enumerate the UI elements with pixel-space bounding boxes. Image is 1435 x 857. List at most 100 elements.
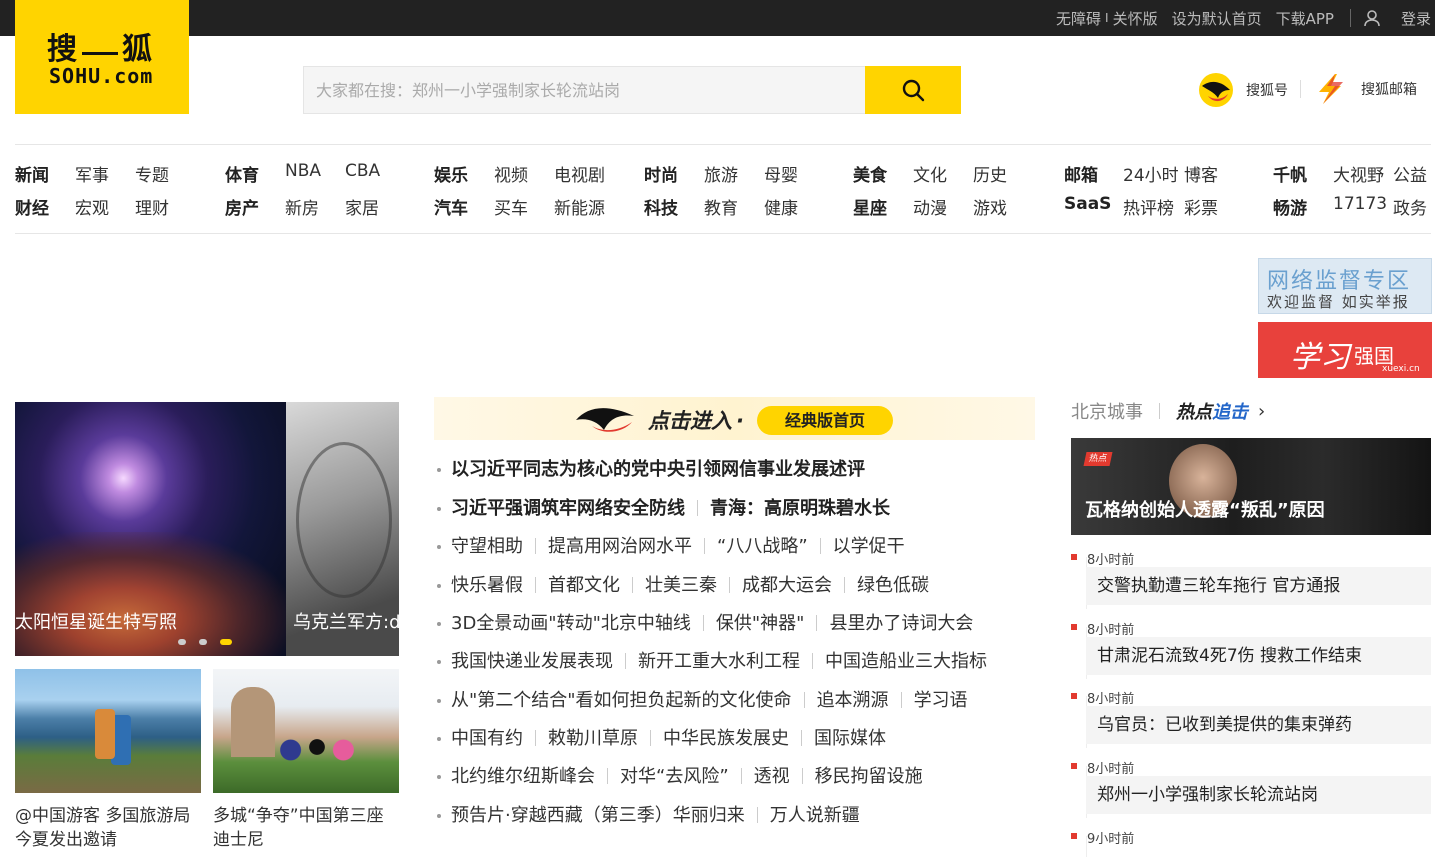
nav-item[interactable]: 宏观 — [75, 194, 109, 219]
news-link[interactable]: 从"第二个结合"看如何担负起新的文化使命 — [451, 690, 792, 711]
set-home-link[interactable]: 设为默认首页 — [1172, 8, 1262, 29]
nav-item[interactable]: 母婴 — [764, 161, 798, 186]
search-button[interactable] — [865, 66, 961, 114]
news-link[interactable]: 3D全景动画"转动"北京中轴线 — [451, 613, 691, 634]
nav-item[interactable]: 历史 — [973, 161, 1007, 186]
news-link[interactable]: 我国快递业发展表现 — [451, 651, 613, 672]
mail-link[interactable]: 搜狐邮箱 — [1313, 72, 1417, 106]
news-link[interactable]: 以学促干 — [833, 536, 905, 557]
nav-item[interactable]: 美食 — [853, 161, 887, 186]
news-link[interactable]: 学习语 — [914, 690, 968, 711]
nav-item[interactable]: 军事 — [75, 161, 109, 186]
xuexi-ad[interactable]: 学习 强国 xuexi.cn — [1258, 322, 1432, 378]
thumb-caption[interactable]: 多城“争夺”中国第三座迪士尼 — [213, 804, 399, 852]
nav-item[interactable]: 24小时 — [1123, 161, 1179, 186]
nav-item[interactable]: 政务 — [1393, 194, 1427, 219]
news-link[interactable]: 万人说新疆 — [770, 805, 860, 826]
news-link[interactable]: 追本溯源 — [817, 690, 889, 711]
nav-item[interactable]: 公益 — [1393, 161, 1427, 186]
hot-news-title[interactable]: 交警执勤遭三轮车拖行 官方通报 — [1086, 567, 1431, 605]
nav-item[interactable]: 新能源 — [554, 194, 605, 219]
nav-item[interactable]: 理财 — [135, 194, 169, 219]
thumb-caption[interactable]: @中国游客 多国旅游局今夏发出邀请 — [15, 804, 201, 852]
nav-item[interactable]: 视频 — [494, 161, 528, 186]
hot-news-hero[interactable]: 热点 瓦格纳创始人透露“叛乱”原因 — [1071, 438, 1431, 535]
nav-item[interactable]: 热评榜 — [1123, 194, 1174, 219]
nav-item[interactable]: 新房 — [285, 194, 319, 219]
news-link[interactable]: 青海：高原明珠碧水长 — [710, 498, 890, 519]
news-link[interactable]: 中华民族发展史 — [663, 728, 789, 749]
nav-item[interactable]: 电视剧 — [554, 161, 605, 186]
nav-item[interactable]: 娱乐 — [434, 161, 468, 186]
news-link[interactable]: 习近平强调筑牢网络安全防线 — [451, 498, 685, 519]
nav-item[interactable]: 新闻 — [15, 161, 49, 186]
nav-item[interactable]: 博客 — [1184, 161, 1218, 186]
sohu-logo[interactable]: 搜狐 SOHU.com — [15, 0, 189, 114]
carousel-dot[interactable] — [178, 639, 186, 645]
thumb-image[interactable] — [15, 669, 201, 793]
news-link[interactable]: 快乐暑假 — [451, 575, 523, 596]
nav-item[interactable]: 千帆 — [1273, 161, 1307, 186]
news-link[interactable]: 首都文化 — [548, 575, 620, 596]
nav-item[interactable]: 专题 — [135, 161, 169, 186]
news-link[interactable]: 以习近平同志为核心的党中央引领网信事业发展述评 — [451, 459, 865, 480]
news-link[interactable]: 新开工重大水利工程 — [638, 651, 800, 672]
nav-item[interactable]: 大视野 — [1333, 161, 1384, 186]
tab-beijing[interactable]: 北京城事 — [1071, 398, 1143, 424]
nav-item[interactable]: 动漫 — [913, 194, 947, 219]
nav-item[interactable]: 买车 — [494, 194, 528, 219]
accessibility-link[interactable]: 无障碍 — [1056, 8, 1101, 29]
report-ad[interactable]: 网络监督专区 欢迎监督 如实举报 — [1258, 258, 1432, 314]
nav-item[interactable]: 游戏 — [973, 194, 1007, 219]
nav-item[interactable]: 邮箱 — [1064, 161, 1098, 186]
nav-item[interactable]: 家居 — [345, 194, 379, 219]
hot-news-title[interactable]: 郑州一小学强制家长轮流站岗 — [1086, 776, 1431, 814]
news-link[interactable]: 移民拘留设施 — [815, 766, 923, 787]
news-link[interactable]: 县里办了诗词大会 — [829, 613, 973, 634]
nav-item[interactable]: 房产 — [225, 194, 259, 219]
news-link[interactable]: 敕勒川草原 — [548, 728, 638, 749]
nav-item[interactable]: SaaS — [1064, 194, 1111, 214]
hero-caption[interactable]: 瓦格纳创始人透露“叛乱”原因 — [1085, 496, 1325, 522]
nav-item[interactable]: 汽车 — [434, 194, 468, 219]
news-link[interactable]: 中国有约 — [451, 728, 523, 749]
news-link[interactable]: 国际媒体 — [814, 728, 886, 749]
news-link[interactable]: 提高用网治网水平 — [548, 536, 692, 557]
nav-item[interactable]: 星座 — [853, 194, 887, 219]
news-link[interactable]: 守望相助 — [451, 536, 523, 557]
hot-news-title[interactable]: 乌官员：已收到美提供的集束弹药 — [1086, 706, 1431, 744]
nav-item[interactable]: 17173 — [1333, 194, 1387, 214]
nav-item[interactable]: 体育 — [225, 161, 259, 186]
hot-news-title[interactable]: 甘肃泥石流致4死7伤 搜救工作结束 — [1086, 637, 1431, 675]
news-link[interactable]: 中国造船业三大指标 — [825, 651, 987, 672]
news-link[interactable]: 北约维尔纽斯峰会 — [451, 766, 595, 787]
download-app-link[interactable]: 下载APP — [1276, 8, 1334, 29]
nav-item[interactable]: 时尚 — [644, 161, 678, 186]
news-link[interactable]: 对华“去风险” — [620, 766, 729, 787]
care-mode-link[interactable]: 关怀版 — [1113, 8, 1158, 29]
news-link[interactable]: 透视 — [754, 766, 790, 787]
nav-item[interactable]: 旅游 — [704, 161, 738, 186]
carousel-dot-active[interactable] — [220, 639, 232, 645]
nav-item[interactable]: 健康 — [764, 194, 798, 219]
news-link[interactable]: “八八战略” — [717, 536, 808, 557]
nav-item[interactable]: NBA — [285, 161, 321, 181]
nav-item[interactable]: 彩票 — [1184, 194, 1218, 219]
sohuhao-link[interactable]: 搜狐号 — [1198, 72, 1288, 108]
tab-hot-chase[interactable]: 热点追击 — [1176, 398, 1248, 424]
chevron-right-icon[interactable]: › — [1258, 401, 1265, 422]
nav-item[interactable]: CBA — [345, 161, 380, 181]
news-link[interactable]: 预告片·穿越西藏（第三季）华丽归来 — [451, 805, 745, 826]
news-link[interactable]: 保供"神器" — [716, 613, 805, 634]
news-link[interactable]: 壮美三秦 — [645, 575, 717, 596]
nav-item[interactable]: 畅游 — [1273, 194, 1307, 219]
nav-item[interactable]: 教育 — [704, 194, 738, 219]
classic-home-button[interactable]: 经典版首页 — [757, 406, 893, 435]
carousel-dot[interactable] — [199, 639, 207, 645]
carousel-caption[interactable]: 太阳恒星诞生特写照 — [15, 608, 177, 634]
news-link[interactable]: 绿色低碳 — [857, 575, 929, 596]
nav-item[interactable]: 财经 — [15, 194, 49, 219]
search-input[interactable] — [303, 66, 865, 114]
nav-item[interactable]: 科技 — [644, 194, 678, 219]
carousel-caption[interactable]: 乌克兰军方:d — [293, 608, 399, 634]
